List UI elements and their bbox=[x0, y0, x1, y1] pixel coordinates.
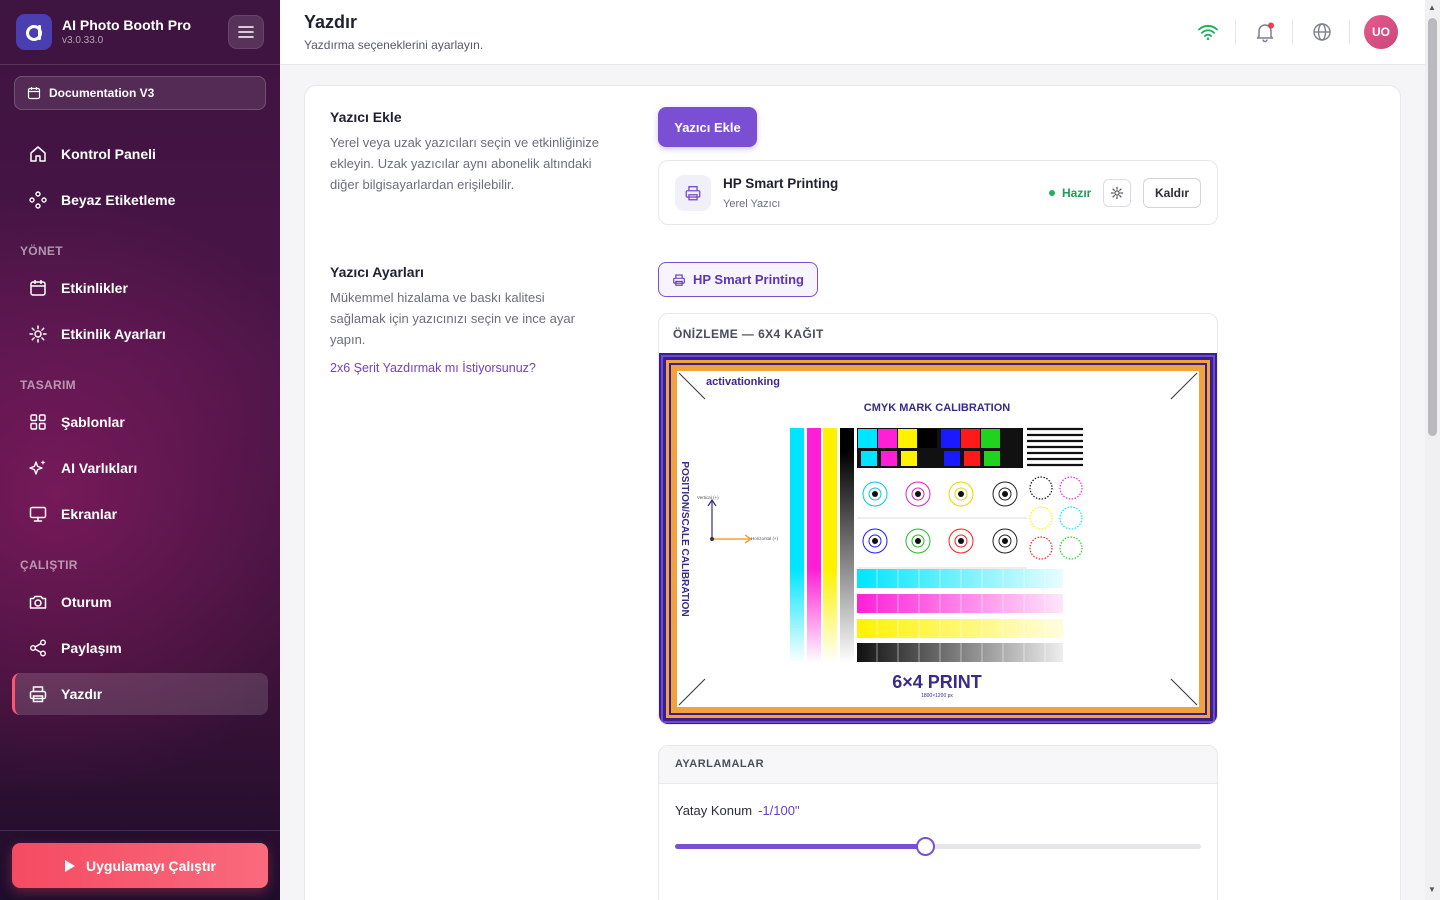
user-avatar[interactable]: UO bbox=[1364, 15, 1398, 49]
gear-icon bbox=[1110, 186, 1124, 200]
section-title-yonet: YÖNET bbox=[20, 244, 63, 258]
printer-icon bbox=[675, 175, 711, 211]
calendar-icon bbox=[27, 87, 41, 100]
sidebar: AI Photo Booth Pro v3.0.33.0 Documentati… bbox=[0, 0, 280, 900]
preview-heading-text: CMYK MARK CALIBRATION bbox=[864, 402, 1011, 414]
add-printer-title: Yazıcı Ekle bbox=[330, 109, 402, 125]
remove-printer-button[interactable]: Kaldır bbox=[1143, 178, 1201, 208]
adjustments-panel: AYARLAMALAR Yatay Konum -1/100" bbox=[658, 745, 1218, 900]
share-icon bbox=[28, 638, 48, 658]
adjustments-title: AYARLAMALAR bbox=[659, 746, 1217, 784]
monitor-icon bbox=[28, 504, 48, 524]
status-dot-icon bbox=[1049, 190, 1055, 196]
hamburger-icon bbox=[238, 26, 254, 38]
printer-settings-title: Yazıcı Ayarları bbox=[330, 264, 424, 280]
sidebar-item-sablonlar[interactable]: Şablonlar bbox=[12, 401, 268, 443]
globe-icon[interactable] bbox=[1308, 18, 1336, 46]
preview-title: ÖNİZLEME — 6X4 KAĞIT bbox=[673, 327, 824, 341]
preview-print-size: 1800×1200 px bbox=[921, 693, 953, 699]
section-title-calistir: ÇALIŞTIR bbox=[20, 558, 78, 572]
scrollbar[interactable]: ▲ ▼ bbox=[1425, 0, 1440, 900]
sidebar-item-beyaz-etiketleme[interactable]: Beyaz Etiketleme bbox=[12, 179, 268, 221]
app-version: v3.0.33.0 bbox=[62, 35, 104, 46]
bell-icon[interactable] bbox=[1251, 18, 1279, 46]
gear-icon bbox=[28, 324, 48, 344]
sidebar-item-etkinlik-ayarlari[interactable]: Etkinlik Ayarları bbox=[12, 313, 268, 355]
slider-fill bbox=[675, 844, 925, 849]
tag-icon bbox=[28, 190, 48, 210]
page-subtitle: Yazdırma seçeneklerini ayarlayın. bbox=[304, 38, 484, 52]
sidebar-item-kontrol-paneli[interactable]: Kontrol Paneli bbox=[12, 133, 268, 175]
horizontal-position-slider[interactable] bbox=[675, 837, 1201, 856]
selected-printer-button[interactable]: HP Smart Printing bbox=[658, 262, 818, 297]
printer-type: Yerel Yazıcı bbox=[723, 198, 781, 210]
sidebar-item-ekranlar[interactable]: Ekranlar bbox=[12, 493, 268, 535]
preview-side-label: POSITION/SCALE CALIBRATION bbox=[679, 461, 690, 616]
sparkles-icon bbox=[28, 458, 48, 478]
home-icon bbox=[28, 144, 48, 164]
horizontal-position-value: -1/100" bbox=[758, 803, 800, 818]
horizontal-position-label: Yatay Konum -1/100" bbox=[675, 803, 800, 818]
sidebar-item-etkinlikler[interactable]: Etkinlikler bbox=[12, 267, 268, 309]
print-preview-panel: ÖNİZLEME — 6X4 KAĞIT activationking CMYK… bbox=[658, 313, 1218, 725]
workspace-label: Documentation V3 bbox=[49, 86, 155, 100]
camera-icon bbox=[28, 592, 48, 612]
app-name: AI Photo Booth Pro bbox=[62, 17, 192, 33]
slider-handle[interactable] bbox=[915, 837, 935, 856]
top-header: Yazdır Yazdırma seçeneklerini ayarlayın.… bbox=[280, 0, 1425, 65]
wifi-icon[interactable] bbox=[1194, 18, 1222, 46]
sidebar-item-oturum[interactable]: Oturum bbox=[12, 581, 268, 623]
printer-name: HP Smart Printing bbox=[723, 176, 839, 191]
strip-print-link[interactable]: 2x6 Şerit Yazdırmak mı İstiyorsunuz? bbox=[330, 361, 536, 375]
printer-settings-button[interactable] bbox=[1103, 179, 1131, 207]
preview-vertical-label: Vertical (+) bbox=[697, 495, 719, 500]
calibration-preview-image: activationking CMYK MARK CALIBRATION POS… bbox=[659, 353, 1217, 724]
sidebar-item-ai-varliklari[interactable]: AI Varlıkları bbox=[12, 447, 268, 489]
calendar-icon bbox=[28, 278, 48, 298]
add-printer-description: Yerel veya uzak yazıcıları seçin ve etki… bbox=[330, 135, 600, 192]
printer-status-badge: Hazır bbox=[1049, 186, 1091, 200]
printer-settings-description: Mükemmel hizalama ve baskı kalitesi sağl… bbox=[330, 290, 575, 347]
scroll-up-arrow-icon[interactable]: ▲ bbox=[1428, 4, 1436, 12]
play-icon bbox=[65, 859, 76, 872]
preview-brand-text: activationking bbox=[706, 376, 780, 388]
grid-icon bbox=[28, 412, 48, 432]
preview-horizontal-label: Horizontal (+) bbox=[751, 536, 779, 541]
printer-icon bbox=[28, 684, 48, 704]
run-app-button[interactable]: Uygulamayı Çalıştır bbox=[12, 843, 268, 888]
printer-list-item: HP Smart Printing Yerel Yazıcı Hazır Kal… bbox=[658, 160, 1218, 225]
add-printer-button[interactable]: Yazıcı Ekle bbox=[658, 107, 757, 147]
printer-card: Yazıcı Ekle Yerel veya uzak yazıcıları s… bbox=[304, 85, 1401, 900]
menu-toggle-button[interactable] bbox=[228, 15, 264, 49]
scroll-down-arrow-icon[interactable]: ▼ bbox=[1428, 886, 1436, 894]
app-logo-icon bbox=[16, 14, 52, 50]
page-title: Yazdır bbox=[304, 12, 358, 32]
workspace-selector[interactable]: Documentation V3 bbox=[14, 76, 266, 110]
sidebar-item-paylasim[interactable]: Paylaşım bbox=[12, 627, 268, 669]
scroll-thumb[interactable] bbox=[1428, 18, 1437, 436]
section-title-tasarim: TASARIM bbox=[20, 378, 76, 392]
sidebar-item-yazdir[interactable]: Yazdır bbox=[12, 673, 268, 715]
printer-icon bbox=[673, 274, 685, 286]
preview-print-label: 6×4 PRINT bbox=[892, 672, 982, 692]
brand: AI Photo Booth Pro v3.0.33.0 bbox=[16, 14, 191, 50]
